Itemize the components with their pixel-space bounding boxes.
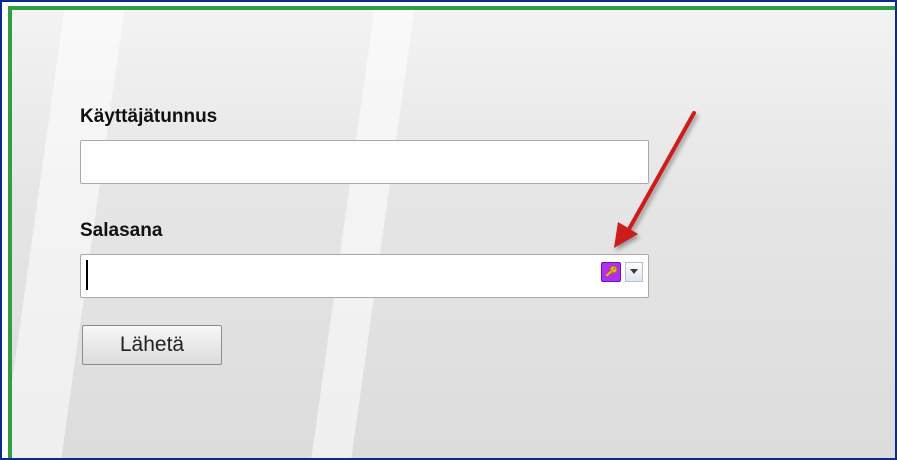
annotation-arrow	[614, 111, 696, 248]
